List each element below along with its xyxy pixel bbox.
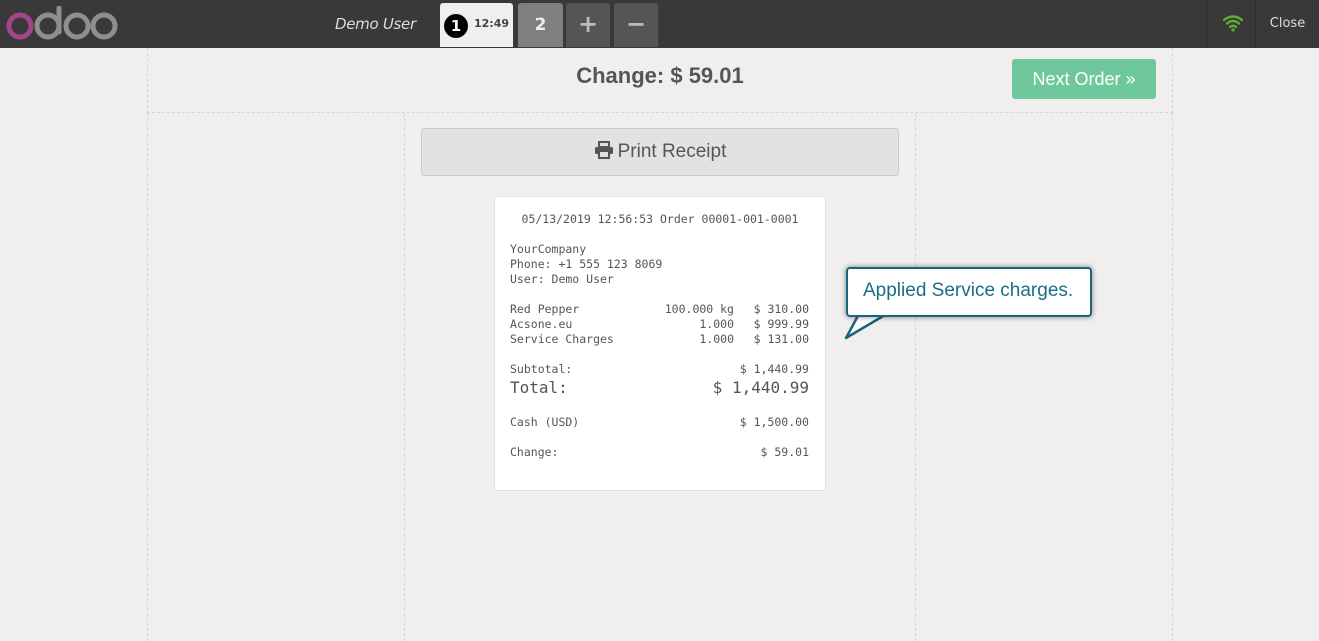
print-receipt-button[interactable]: Print Receipt xyxy=(421,128,899,176)
receipt-user: User: Demo User xyxy=(510,272,614,286)
printer-icon xyxy=(594,141,613,159)
receipt-screen-top: Change: $ 59.01 Next Order » xyxy=(147,48,1173,113)
receipt-line-qty: 1.000 xyxy=(699,317,734,331)
remove-order-button[interactable]: − xyxy=(614,3,658,47)
column-divider xyxy=(147,113,148,641)
receipt-line-qty: 100.000 kg xyxy=(664,302,734,316)
receipt-line-price: $ 999.99 xyxy=(753,317,809,331)
receipt-payment-value: $ 1,500.00 xyxy=(739,415,809,429)
receipt-total-value: $ 1,440.99 xyxy=(712,378,809,397)
column-divider xyxy=(404,113,405,641)
receipt-line-price: $ 131.00 xyxy=(753,332,809,346)
column-divider xyxy=(1172,113,1173,641)
close-button[interactable]: Close xyxy=(1256,0,1319,48)
connection-status[interactable] xyxy=(1206,0,1256,48)
top-bar: Demo User 1 12:49 2 + − Close xyxy=(0,0,1319,48)
receipt-phone: Phone: +1 555 123 8069 xyxy=(510,257,663,271)
order-tab-1[interactable]: 1 12:49 xyxy=(440,3,513,47)
print-receipt-label: Print Receipt xyxy=(617,141,727,162)
receipt-header-line: 05/13/2019 12:56:53 Order 00001-001-0001 xyxy=(521,212,799,226)
order-sequence-badge: 1 xyxy=(444,14,468,38)
order-tab-2[interactable]: 2 xyxy=(518,3,563,47)
add-order-button[interactable]: + xyxy=(566,3,610,47)
receipt-subtotal-value: $ 1,440.99 xyxy=(739,362,809,376)
receipt-change-value: $ 59.01 xyxy=(760,445,809,459)
receipt-line-price: $ 310.00 xyxy=(753,302,809,316)
odoo-logo xyxy=(6,6,118,40)
callout-annotation: Applied Service charges. xyxy=(846,267,1092,317)
receipt-line-qty: 1.000 xyxy=(699,332,734,346)
next-order-button[interactable]: Next Order » xyxy=(1012,59,1156,99)
wifi-icon xyxy=(1223,15,1243,32)
cashier-name[interactable]: Demo User xyxy=(335,0,416,48)
column-divider xyxy=(915,113,916,641)
receipt: 05/13/2019 12:56:53 Order 00001-001-0001… xyxy=(494,196,826,491)
order-time: 12:49 xyxy=(474,17,510,30)
receipt-company: YourCompany xyxy=(510,242,587,256)
